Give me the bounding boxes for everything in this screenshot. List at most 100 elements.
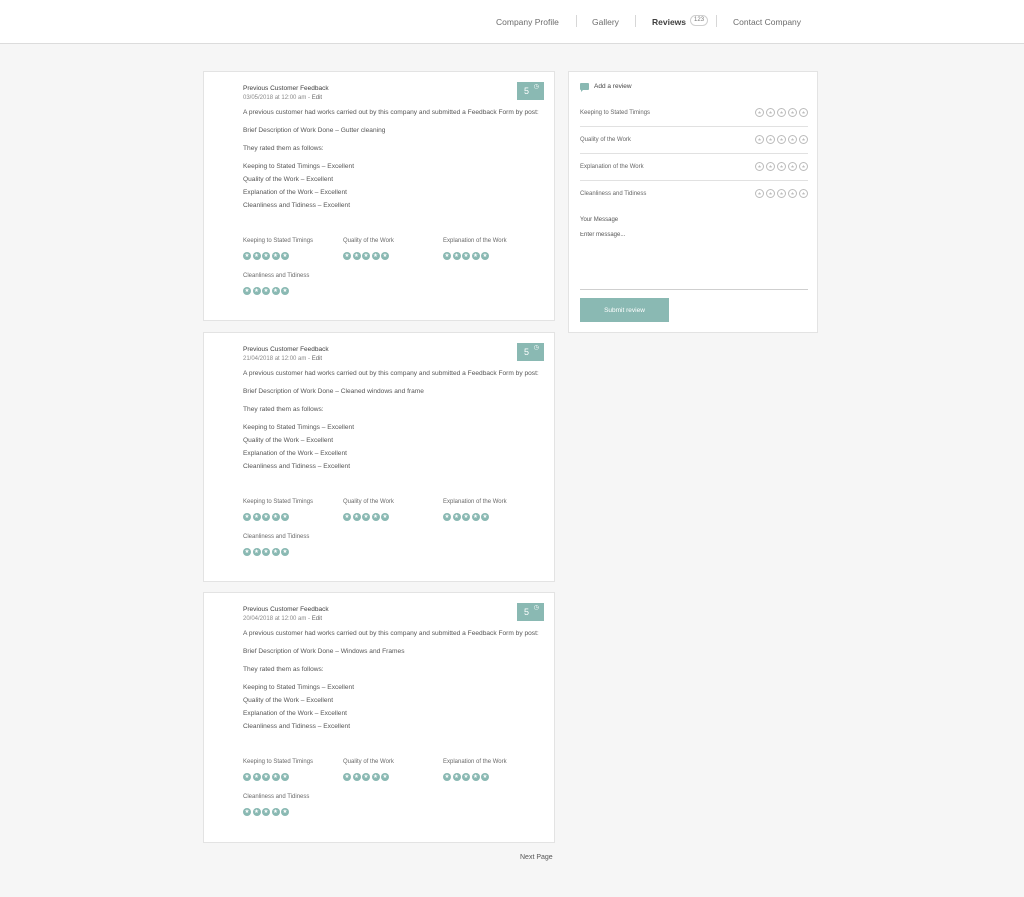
rating-cell: Explanation of the Work ★ ★ ★ ★ ★ xyxy=(443,237,543,260)
star-icon[interactable]: ★ xyxy=(777,108,786,117)
star-icon[interactable]: ★ xyxy=(799,162,808,171)
criterion-label: Explanation of the Work xyxy=(580,163,644,170)
star-icon[interactable]: ★ xyxy=(777,135,786,144)
rating-line: Cleanliness and Tidiness – Excellent xyxy=(243,202,351,209)
rating-line: Cleanliness and Tidiness – Excellent xyxy=(243,463,351,470)
star-icon: ★ xyxy=(452,252,461,260)
star-icon[interactable]: ★ xyxy=(799,108,808,117)
submit-review-button[interactable]: Submit review xyxy=(580,298,669,322)
rating-cell: Keeping to Stated Timings ★ ★ ★ ★ ★ xyxy=(243,498,343,521)
star-icon[interactable]: ★ xyxy=(788,189,797,198)
star-icon: ★ xyxy=(443,252,451,260)
star-icon: ★ xyxy=(252,773,261,781)
star-icon: ★ xyxy=(252,808,261,816)
nav-gallery[interactable]: Gallery xyxy=(592,0,619,43)
add-review-panel: Add a review Keeping to Stated Timings ★… xyxy=(568,71,818,333)
rating-cell: Cleanliness and Tidiness ★ ★ ★ ★ ★ xyxy=(243,793,343,816)
star-icon: ★ xyxy=(371,773,380,781)
score-value: 5 xyxy=(524,86,530,96)
rating-cell: Cleanliness and Tidiness ★ ★ ★ ★ ★ xyxy=(243,533,343,556)
work-description: Brief Description of Work Done – Windows… xyxy=(243,648,405,655)
star-rating: ★ ★ ★ ★ ★ xyxy=(443,773,543,781)
edit-link[interactable]: Edit xyxy=(312,95,322,101)
rating-line: Keeping to Stated Timings – Excellent xyxy=(243,684,355,691)
star-icon: ★ xyxy=(471,513,480,521)
star-icon: ★ xyxy=(281,548,289,556)
star-icon: ★ xyxy=(271,287,280,295)
star-icon: ★ xyxy=(362,773,370,781)
rating-label: Quality of the Work xyxy=(343,238,394,244)
star-icon: ★ xyxy=(462,513,470,521)
comment-icon xyxy=(580,83,589,92)
star-icon: ★ xyxy=(243,252,251,260)
review-card: Previous Customer Feedback 03/05/2018 at… xyxy=(203,71,555,321)
nav-company-profile[interactable]: Company Profile xyxy=(496,0,559,43)
star-icon: ★ xyxy=(452,773,461,781)
rating-line: Keeping to Stated Timings – Excellent xyxy=(243,424,355,431)
message-label: Your Message xyxy=(580,217,619,223)
star-icon[interactable]: ★ xyxy=(766,162,775,171)
nav-reviews[interactable]: Reviews 123 xyxy=(652,0,709,43)
star-icon: ★ xyxy=(352,773,361,781)
nav-reviews-label: Reviews xyxy=(652,16,687,27)
star-icon: ★ xyxy=(243,548,251,556)
star-icon: ★ xyxy=(271,513,280,521)
review-title: Previous Customer Feedback xyxy=(243,85,329,92)
star-icon: ★ xyxy=(471,773,480,781)
review-meta: 20/04/2018 at 12:00 am - Edit xyxy=(243,614,548,624)
star-icon: ★ xyxy=(252,548,261,556)
clock-icon: ◷ xyxy=(533,84,539,90)
nav-separator xyxy=(635,15,636,27)
rating-label: Explanation of the Work xyxy=(443,238,507,244)
criterion-row: Explanation of the Work ★ ★ ★ ★ ★ xyxy=(580,153,808,181)
clock-icon: ◷ xyxy=(533,605,539,611)
star-icon: ★ xyxy=(252,287,261,295)
star-icon[interactable]: ★ xyxy=(799,189,808,198)
star-icon[interactable]: ★ xyxy=(799,135,808,144)
star-icon[interactable]: ★ xyxy=(777,162,786,171)
rating-label: Keeping to Stated Timings xyxy=(243,238,314,244)
star-icon[interactable]: ★ xyxy=(755,135,764,144)
star-icon[interactable]: ★ xyxy=(777,189,786,198)
next-page-link[interactable]: Next Page xyxy=(520,854,553,861)
star-input[interactable]: ★ ★ ★ ★ ★ xyxy=(755,162,808,171)
star-icon[interactable]: ★ xyxy=(788,162,797,171)
star-icon: ★ xyxy=(343,513,351,521)
star-icon[interactable]: ★ xyxy=(755,162,764,171)
rating-cell: Quality of the Work ★ ★ ★ ★ ★ xyxy=(343,498,443,521)
star-input[interactable]: ★ ★ ★ ★ ★ xyxy=(755,135,808,144)
star-icon[interactable]: ★ xyxy=(788,135,797,144)
star-rating: ★ ★ ★ ★ ★ xyxy=(243,808,343,816)
star-icon: ★ xyxy=(262,287,270,295)
star-icon: ★ xyxy=(243,513,251,521)
star-icon[interactable]: ★ xyxy=(788,108,797,117)
star-icon: ★ xyxy=(481,513,489,521)
star-icon: ★ xyxy=(271,548,280,556)
star-icon[interactable]: ★ xyxy=(755,189,764,198)
review-intro: A previous customer had works carried ou… xyxy=(243,630,539,637)
message-textarea[interactable] xyxy=(580,232,808,290)
review-date: 03/05/2018 at 12:00 am xyxy=(243,95,307,101)
star-icon: ★ xyxy=(362,252,370,260)
score-value: 5 xyxy=(524,347,530,357)
rating-line: Explanation of the Work – Excellent xyxy=(243,710,347,717)
star-icon[interactable]: ★ xyxy=(766,189,775,198)
rating-line: Quality of the Work – Excellent xyxy=(243,176,334,183)
edit-link[interactable]: Edit xyxy=(312,356,322,362)
score-badge: 5 ◷ xyxy=(517,82,544,100)
star-icon: ★ xyxy=(381,252,389,260)
review-card: Previous Customer Feedback 20/04/2018 at… xyxy=(203,592,555,843)
review-date: 21/04/2018 at 12:00 am xyxy=(243,356,307,362)
star-icon[interactable]: ★ xyxy=(755,108,764,117)
star-input[interactable]: ★ ★ ★ ★ ★ xyxy=(755,189,808,198)
rating-label: Cleanliness and Tidiness xyxy=(243,794,310,800)
star-icon[interactable]: ★ xyxy=(766,108,775,117)
edit-link[interactable]: Edit xyxy=(312,616,322,622)
nav-contact-company[interactable]: Contact Company xyxy=(733,0,801,43)
star-input[interactable]: ★ ★ ★ ★ ★ xyxy=(755,108,808,117)
rating-label: Explanation of the Work xyxy=(443,759,507,765)
star-icon[interactable]: ★ xyxy=(766,135,775,144)
top-navbar: Company Profile Gallery Reviews 123 Cont… xyxy=(0,0,1024,44)
star-rating: ★ ★ ★ ★ ★ xyxy=(343,513,443,521)
star-icon: ★ xyxy=(443,773,451,781)
